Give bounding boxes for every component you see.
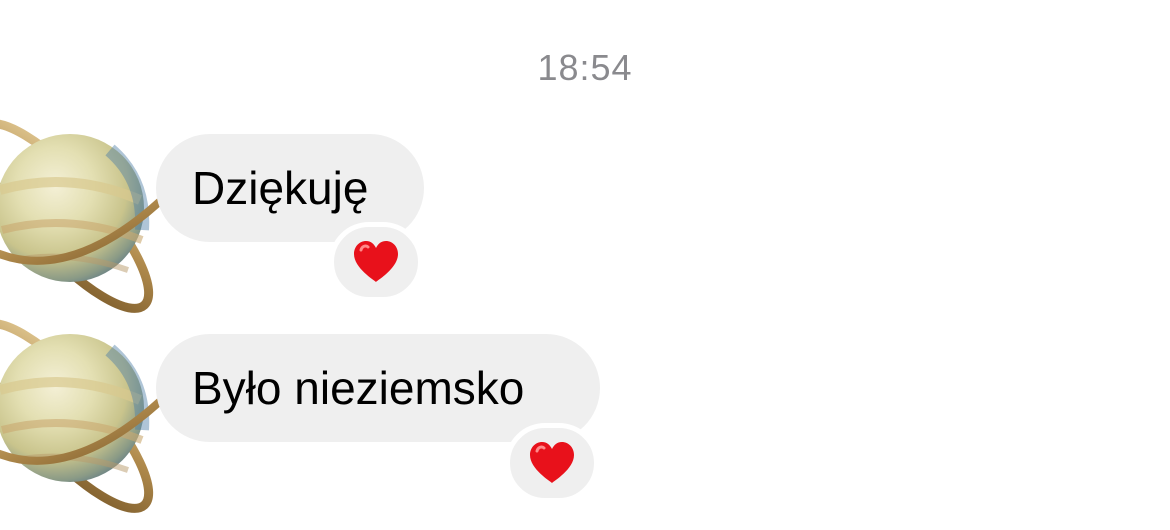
- heart-reaction-badge[interactable]: [505, 423, 599, 503]
- heart-reaction-badge[interactable]: [329, 222, 423, 302]
- message-timestamp: 18:54: [537, 47, 633, 88]
- message-row: Dziękuję: [0, 100, 1170, 313]
- red-heart-icon: [530, 442, 574, 483]
- saturn-avatar-icon[interactable]: [0, 100, 190, 330]
- red-heart-icon: [354, 241, 398, 282]
- saturn-avatar-icon[interactable]: [0, 300, 190, 530]
